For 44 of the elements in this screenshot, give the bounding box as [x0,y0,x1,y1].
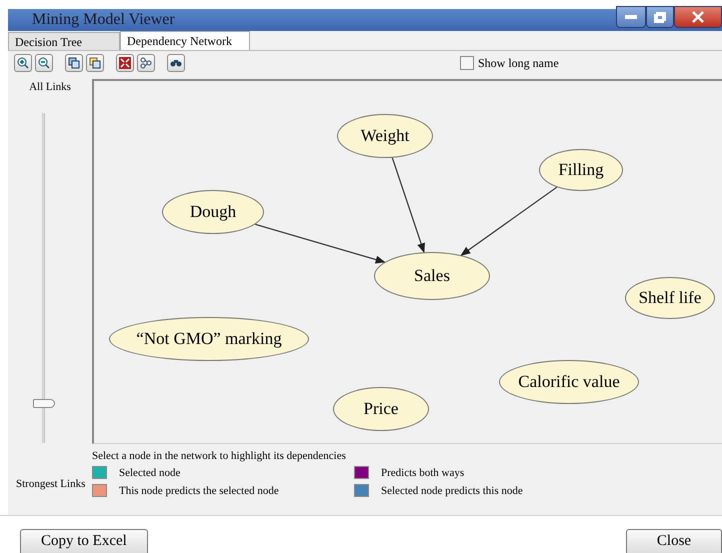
slider-thumb[interactable] [33,399,55,408]
network-node[interactable]: Price [333,387,429,431]
hint-text: Select a node in the network to highlight its dependencies [92,450,347,462]
checkbox-label: Show long name [478,56,559,70]
binoculars-icon [170,58,182,68]
network-node[interactable]: “Not GMO” marking [109,317,309,361]
close-icon [692,11,704,23]
find-button[interactable] [167,54,185,72]
fit-button[interactable] [116,54,134,72]
minimize-icon [625,15,637,19]
tab[interactable]: Decision Tree [8,32,120,50]
network-node[interactable]: Sales [374,252,490,300]
minimize-button[interactable] [616,6,646,28]
tab[interactable]: Dependency Network [120,31,250,50]
network-node[interactable]: Shelf life [625,277,715,319]
show-long-name-checkbox[interactable]: Show long name [460,56,559,70]
legend-label: This node predicts the selected node [119,484,279,496]
expand-arrows-icon [119,57,131,69]
checkbox[interactable] [460,56,474,70]
dialog-button[interactable]: Close [626,529,722,553]
zoom-in-icon [17,57,29,69]
zoom-out-icon [38,57,50,69]
network-node[interactable]: Weight [337,114,433,158]
legend-label: Predicts both ways [381,466,464,478]
network-node[interactable]: Filling [539,149,623,191]
nodes-icon [140,57,152,69]
slider-label: All Links [29,81,71,93]
copy-button[interactable] [65,54,83,72]
copy-icon [89,57,101,69]
restore-icon [654,12,666,22]
copy-graph-button[interactable] [86,54,104,72]
layout-button[interactable] [137,54,155,72]
dialog-button[interactable]: Copy to Excel [20,529,148,553]
slider-label: Strongest Links [15,478,86,490]
maximize-button[interactable] [646,6,674,28]
close-button[interactable] [674,6,722,28]
legend-label: Selected node predicts this node [381,484,523,496]
network-node[interactable]: Dough [162,190,264,234]
network-node[interactable]: Calorific value [499,360,639,404]
zoom-out-button[interactable] [35,54,53,72]
window-title: Mining Model Viewer [32,11,175,29]
copy-icon [68,57,80,69]
legend-label: Selected node [119,466,180,478]
zoom-in-button[interactable] [14,54,32,72]
